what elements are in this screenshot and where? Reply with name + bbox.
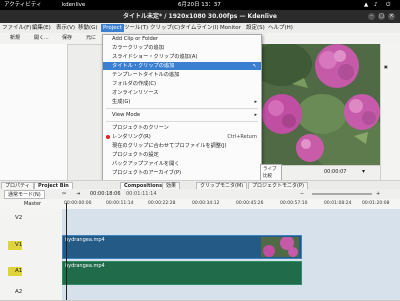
- properties-panel: [0, 44, 68, 180]
- menu-item-open-backup[interactable]: バックアップファイルを開く: [103, 160, 261, 168]
- open-button[interactable]: 開く...: [34, 34, 49, 43]
- zoom-slider[interactable]: [312, 193, 372, 195]
- menu-item-clean-project[interactable]: プロジェクトのクリーン: [103, 124, 261, 132]
- menu-settings[interactable]: 設定(S): [246, 24, 265, 32]
- track-a1[interactable]: hydrangea.mp4: [62, 259, 400, 286]
- app-menu[interactable]: kdenlive: [62, 1, 85, 9]
- track-v2[interactable]: [62, 209, 400, 234]
- clip-name: hydrangea.mp4: [65, 237, 105, 243]
- audio-clip[interactable]: hydrangea.mp4: [62, 261, 302, 285]
- menu-help[interactable]: ヘルプ(H): [268, 24, 293, 32]
- ruler-tick: 00:00:45:26: [236, 201, 264, 206]
- volume-icon[interactable]: ♪: [374, 1, 378, 9]
- menu-item-add-slideshow-clip[interactable]: スライドショー・クリップの追加(A): [103, 53, 261, 61]
- menu-item-online-resources[interactable]: オンラインリソース: [103, 89, 261, 97]
- menu-item-project-settings[interactable]: プロジェクトの設定: [103, 151, 261, 159]
- power-icon[interactable]: ⏻: [386, 1, 390, 9]
- save-button[interactable]: 保存: [62, 34, 72, 43]
- minimize-icon[interactable]: –: [368, 13, 375, 20]
- menu-item-render[interactable]: レンダリング(R) Ctrl+Return: [103, 133, 261, 141]
- track-name: A2: [15, 289, 23, 295]
- project-monitor[interactable]: [262, 44, 380, 165]
- monitor-timecode[interactable]: 00:00:07: [324, 169, 346, 175]
- menu-project[interactable]: Project: [101, 24, 124, 32]
- clock[interactable]: 6月20日 13：37: [178, 1, 221, 9]
- window-titlebar: タイトル未定* / 1920x1080 30.00fps — Kdenlive …: [0, 10, 400, 23]
- render-icon: [106, 135, 110, 139]
- menu-item-add-clip-or-folder[interactable]: Add Clip or Folder: [103, 35, 261, 43]
- ruler-tick: 00:00:11:14: [106, 201, 134, 206]
- monitor-settings-icon[interactable]: ▾: [362, 168, 365, 175]
- menu-item-adjust-profile[interactable]: 現在のクリップに合わせてプロファイルを調整(J): [103, 142, 261, 150]
- menu-tools[interactable]: ツール(T): [124, 24, 148, 32]
- menu-separator: [106, 121, 258, 122]
- system-top-bar: アクティビティ kdenlive 6月20日 13：37 ▲ ♪ ⏻: [0, 0, 400, 10]
- menu-go[interactable]: 移動(G): [78, 24, 98, 32]
- zoom-out-icon[interactable]: −: [300, 191, 304, 197]
- track-header-a2[interactable]: A2: [0, 285, 62, 301]
- scissors-icon[interactable]: ✂: [62, 191, 66, 197]
- timeline-timecode[interactable]: 00:00:18:06: [90, 191, 121, 197]
- track-v1[interactable]: hydrangea.mp4: [62, 233, 400, 260]
- menu-item-add-template-title[interactable]: テンプレートタイトルの追加: [103, 71, 261, 79]
- clip-thumbnail: [261, 237, 299, 257]
- new-button[interactable]: 新規: [10, 34, 20, 43]
- track-header-v2[interactable]: V2: [0, 209, 62, 234]
- right-dock-panel: ▣: [380, 44, 400, 180]
- menu-file[interactable]: ファイル(F): [2, 24, 31, 32]
- track-a2[interactable]: [62, 285, 400, 301]
- track-header-v1[interactable]: V1: [0, 233, 62, 260]
- menu-clip[interactable]: クリップ(C): [150, 24, 180, 32]
- option-live[interactable]: ライブ: [263, 166, 277, 172]
- submenu-arrow-icon: ▸: [254, 112, 257, 118]
- menu-timeline[interactable]: タイムライン(I): [180, 24, 219, 32]
- maximize-icon[interactable]: □: [378, 13, 385, 20]
- snap-icon[interactable]: ⇥: [76, 191, 80, 197]
- close-icon[interactable]: ×: [388, 13, 395, 20]
- menu-view[interactable]: 表示(V): [56, 24, 75, 32]
- project-menu-dropdown: Add Clip or Folder カラークリップの追加 スライドショー・クリ…: [102, 34, 262, 203]
- ruler-tick: 00:00:22:28: [148, 201, 176, 206]
- track-name: A1: [15, 268, 23, 274]
- menu-item-add-color-clip[interactable]: カラークリップの追加: [103, 44, 261, 52]
- menu-monitor[interactable]: Monitor: [220, 24, 241, 32]
- ruler-tick: 00:00:34:12: [192, 201, 220, 206]
- timeline-playhead[interactable]: [66, 203, 67, 300]
- option-compare[interactable]: 比較: [263, 173, 272, 179]
- track-header-a1[interactable]: A1: [0, 259, 62, 286]
- zoom-in-icon[interactable]: +: [376, 191, 380, 197]
- menu-item-view-mode[interactable]: View Mode ▸: [103, 111, 261, 119]
- ruler-tick: 00:01:08:24: [324, 201, 352, 206]
- clip-name: hydrangea.mp4: [65, 263, 105, 269]
- timeline-duration: 00:01:11:14: [126, 191, 157, 197]
- ruler-tick: 00:01:20:08: [362, 201, 390, 206]
- ruler-tick: 00:00:00:00: [64, 201, 92, 206]
- menu-item-create-folder[interactable]: フォルダの作成(C): [103, 80, 261, 88]
- menu-item-generate[interactable]: 生成(G) ▸: [103, 98, 261, 106]
- undo-button[interactable]: 元に: [86, 34, 96, 43]
- menu-edit[interactable]: 編集(E): [32, 24, 51, 32]
- menu-separator: [106, 108, 258, 109]
- ruler-tick: 00:00:57:10: [280, 201, 308, 206]
- submenu-arrow-icon: ▸: [254, 99, 257, 105]
- track-name: V2: [15, 215, 23, 221]
- track-name: V1: [15, 242, 23, 248]
- window-title: タイトル未定* / 1920x1080 30.00fps — Kdenlive: [123, 13, 277, 20]
- monitor-video-frame: [262, 44, 380, 165]
- menu-item-add-title-clip[interactable]: タイトル・クリップの追加 ↖: [103, 62, 261, 70]
- master-label[interactable]: Master: [24, 201, 41, 207]
- panel-label: ▣: [384, 64, 388, 69]
- cursor-pointer-icon: ↖: [252, 63, 257, 69]
- activities-button[interactable]: アクティビティ: [4, 1, 42, 9]
- edit-mode-select[interactable]: 通常モード(N): [4, 190, 45, 199]
- network-icon[interactable]: ▲: [364, 1, 368, 9]
- video-clip[interactable]: hydrangea.mp4: [62, 235, 302, 259]
- menu-item-archive-project[interactable]: プロジェクトのアーカイブ(P): [103, 169, 261, 177]
